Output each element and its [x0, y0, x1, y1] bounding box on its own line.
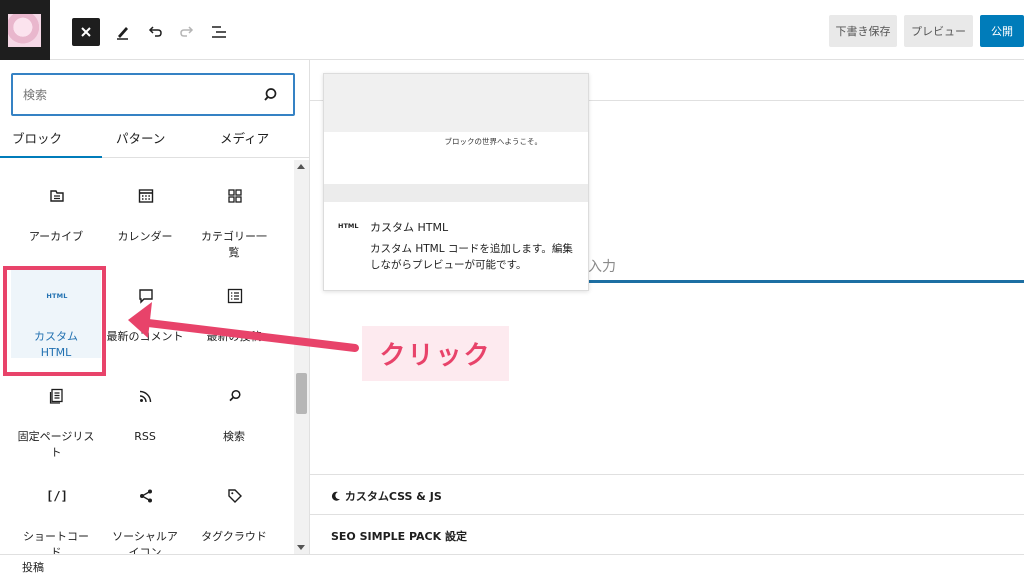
redo-button[interactable]: [173, 18, 201, 46]
moon-icon: [331, 491, 340, 501]
annotation-highlight-box: [3, 266, 106, 376]
editor-toolbar: 下書き保存 プレビュー 公開: [0, 0, 1024, 60]
preview-welcome-text: ブロックの世界へようこそ。: [444, 137, 543, 146]
share-icon: [136, 486, 156, 506]
preview-band: [324, 184, 588, 202]
redo-icon: [180, 26, 194, 37]
rss-icon: [136, 386, 156, 406]
block-label: ソーシャルアイコン: [112, 530, 178, 554]
list-icon: [225, 286, 245, 306]
shortcode-icon-text: [/]: [46, 489, 68, 503]
block-label: カテゴリー一覧: [201, 230, 267, 259]
undo-icon: [148, 26, 162, 37]
block-label: ショートコード: [23, 530, 89, 554]
block-calendar[interactable]: カレンダー: [100, 166, 190, 258]
block-search[interactable]: 検索: [189, 366, 279, 458]
undo-button[interactable]: [141, 18, 169, 46]
breadcrumb[interactable]: 投稿: [22, 559, 44, 575]
publish-button[interactable]: 公開: [980, 15, 1024, 47]
search-icon: [225, 386, 245, 406]
calendar-icon: [136, 186, 156, 206]
active-tab-indicator: [0, 156, 102, 158]
preview-description: カスタム HTML コードを追加します。編集しながらプレビューが可能です。: [370, 243, 573, 271]
scroll-thumb[interactable]: [296, 373, 307, 414]
annotation-click-label: クリック: [362, 326, 509, 381]
preview-button[interactable]: プレビュー: [904, 15, 973, 47]
title-underline: [580, 280, 1024, 283]
custom-css-js-title: カスタムCSS & JS: [331, 488, 442, 504]
block-archive[interactable]: アーカイブ: [11, 166, 101, 258]
block-label: 最新の投稿: [206, 330, 262, 343]
inserter-search: [11, 73, 295, 116]
preview-title: カスタム HTML: [370, 221, 449, 234]
seo-simple-pack-panel[interactable]: SEO SIMPLE PACK 設定: [310, 514, 1024, 554]
status-footer: 投稿: [0, 554, 1024, 576]
site-icon-button[interactable]: [0, 0, 50, 60]
block-latest-comments[interactable]: 最新のコメント: [100, 266, 190, 358]
page-list-icon: [47, 386, 67, 406]
custom-css-js-panel[interactable]: カスタムCSS & JS: [310, 474, 1024, 514]
search-input[interactable]: [23, 85, 243, 105]
block-label: 固定ページリスト: [17, 430, 95, 459]
custom-css-js-label: カスタムCSS & JS: [344, 490, 442, 503]
tab-patterns[interactable]: パターン: [116, 128, 165, 147]
html-icon: HTML: [338, 222, 359, 230]
tag-icon: [225, 486, 245, 506]
block-social-icons[interactable]: ソーシャルアイコン: [100, 466, 190, 554]
block-label: アーカイブ: [28, 230, 84, 243]
list-view-icon: [212, 26, 226, 38]
block-label: 最新のコメント: [106, 330, 184, 343]
shortcode-icon: [/]: [46, 486, 68, 506]
avatar: [8, 14, 41, 47]
preview-image-area: [324, 74, 588, 132]
block-preview-popover: ブロックの世界へようこそ。 HTML カスタム HTML カスタム HTML コ…: [323, 73, 589, 291]
inserter-tabs: ブロック パターン メディア: [0, 120, 309, 158]
block-label: 検索: [223, 430, 245, 443]
close-inserter-button[interactable]: [72, 18, 100, 46]
block-categories[interactable]: カテゴリー一覧: [189, 166, 279, 259]
save-draft-button[interactable]: 下書き保存: [829, 15, 897, 47]
inserter-scrollbar[interactable]: [294, 160, 309, 554]
block-label: RSS: [134, 430, 156, 443]
tab-blocks[interactable]: ブロック: [12, 128, 62, 147]
block-label: カレンダー: [117, 230, 173, 243]
pencil-icon: [117, 27, 128, 40]
document-overview-button[interactable]: [205, 18, 233, 46]
seo-simple-pack-label: SEO SIMPLE PACK 設定: [331, 530, 467, 543]
archive-icon: [47, 186, 67, 206]
scroll-down-icon[interactable]: [297, 545, 305, 550]
categories-icon: [225, 186, 245, 206]
block-page-list[interactable]: 固定ページリスト: [11, 366, 101, 459]
block-tag-cloud[interactable]: タグクラウド: [189, 466, 279, 554]
block-latest-posts[interactable]: 最新の投稿: [189, 266, 279, 358]
tab-media[interactable]: メディア: [220, 128, 269, 147]
comment-icon: [136, 286, 156, 306]
scroll-up-icon[interactable]: [297, 164, 305, 169]
block-shortcode[interactable]: [/] ショートコード: [11, 466, 101, 554]
search-icon[interactable]: [263, 86, 281, 104]
paragraph-placeholder[interactable]: 入力: [588, 256, 616, 276]
block-label: タグクラウド: [201, 530, 267, 543]
tools-button[interactable]: [109, 18, 137, 46]
block-rss[interactable]: RSS: [100, 366, 190, 458]
close-icon: [81, 27, 91, 37]
